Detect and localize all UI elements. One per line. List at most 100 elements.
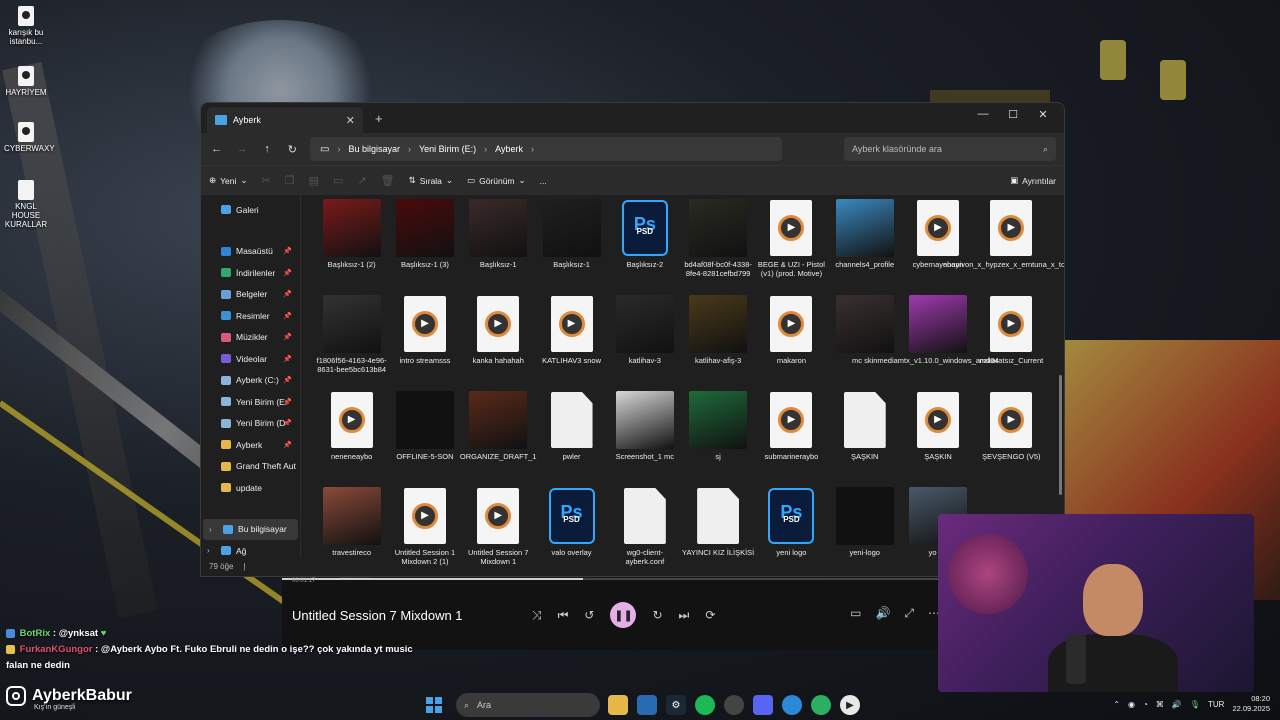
sidebar-item[interactable]: Ayberk (C:) 📌 <box>201 370 300 392</box>
obs-app-icon[interactable] <box>724 695 744 715</box>
volume-tray-icon[interactable]: 🔊 <box>1172 700 1182 709</box>
sidebar-item[interactable]: Belgeler 📌 <box>201 284 300 306</box>
discord-tray-icon[interactable]: ◔ <box>1143 700 1148 709</box>
refresh-button[interactable]: ↻ <box>285 143 300 156</box>
scrollbar[interactable] <box>1059 375 1062 495</box>
next-icon[interactable]: ⏭ <box>679 608 690 623</box>
volume-icon[interactable]: 🔊 <box>875 606 890 621</box>
chevron-right-icon[interactable]: › <box>207 546 210 555</box>
file-item[interactable]: YAYINCI KIZ İLİŞKİSİ <box>681 485 754 576</box>
miniplayer-icon[interactable]: ▭ <box>850 606 861 621</box>
minimize-button[interactable]: — <box>968 103 998 125</box>
repeat-icon[interactable]: ⟳ <box>705 608 715 622</box>
file-item[interactable]: ▶ Untitled Session 7 Mixdown 1 <box>462 485 535 576</box>
discord-app-icon[interactable] <box>753 695 773 715</box>
breadcrumb-ayberk[interactable]: Ayberk <box>495 144 523 154</box>
xbox-app-icon[interactable] <box>811 695 831 715</box>
file-item[interactable]: Ps PSD yeni logo <box>755 485 828 576</box>
photos-app-icon[interactable] <box>637 695 657 715</box>
file-item[interactable]: Screenshot_1 mc <box>608 389 681 485</box>
file-item[interactable]: ▶ kanka hahahah <box>462 293 535 389</box>
spotify-app-icon[interactable] <box>695 695 715 715</box>
file-item[interactable]: ▶ neneneaybo <box>315 389 388 485</box>
new-tab-button[interactable]: + <box>375 111 383 126</box>
file-item[interactable]: mediamtx_v1.10.0_windows_amd64 <box>877 293 999 389</box>
file-item[interactable]: Başlıksız-1 <box>535 197 608 293</box>
file-item[interactable]: ▶ cybernaynnayn <box>901 197 974 293</box>
close-tab-icon[interactable]: ✕ <box>346 114 355 127</box>
file-item[interactable]: ŞAŞKIN <box>828 389 901 485</box>
file-item[interactable]: bd4af08f-bc0f-4338-8fe4-8281cefbd799 <box>681 197 754 293</box>
steam-app-icon[interactable]: ⚙ <box>666 695 686 715</box>
file-item[interactable]: ▶ submarineraybo <box>755 389 828 485</box>
file-explorer-app-icon[interactable] <box>608 695 628 715</box>
file-item[interactable]: sj <box>681 389 754 485</box>
start-button[interactable] <box>426 697 442 713</box>
rename-icon[interactable]: ▭ <box>333 174 343 187</box>
file-item[interactable]: katlihav-3 <box>608 293 681 389</box>
new-button[interactable]: ⊕ Yeni ⌄ <box>209 175 247 186</box>
desktop-icon-hayriyem[interactable]: HAYRİYEM <box>4 66 48 97</box>
seek-bar[interactable] <box>282 578 950 580</box>
sidebar-item[interactable]: Yeni Birim (D 📌 <box>201 413 300 435</box>
file-item[interactable]: f1806f56-4163-4e96-8631-bee5bc613b84 <box>315 293 388 389</box>
file-item[interactable]: Ps PSD valo overlay <box>535 485 608 576</box>
sidebar-item[interactable]: Masaüstü 📌 <box>201 241 300 263</box>
file-item[interactable]: ▶ intro streamsss <box>388 293 461 389</box>
sidebar-item[interactable]: Videolar 📌 <box>201 348 300 370</box>
sidebar-item[interactable]: Ayberk 📌 <box>201 434 300 456</box>
sidebar-item[interactable]: Yeni Birim (E: 📌 <box>201 391 300 413</box>
delete-icon[interactable]: 🗑 <box>381 174 395 187</box>
file-item[interactable]: ▶ ŞEVŞENGO (V5) <box>975 389 1048 485</box>
file-item[interactable]: pwler <box>535 389 608 485</box>
desktop-icon-kngl[interactable]: KNGL HOUSE KURALLAR <box>4 180 48 229</box>
file-item[interactable]: travestireco <box>315 485 388 576</box>
sidebar-item[interactable]: İndirilenler 📌 <box>201 262 300 284</box>
file-item[interactable]: yeni-logo <box>828 485 901 576</box>
file-item[interactable]: wg0-client-ayberk.conf <box>608 485 681 576</box>
up-button[interactable]: ↑ <box>260 143 275 155</box>
share-icon[interactable]: ↗ <box>357 174 366 187</box>
forward-button[interactable]: → <box>234 143 249 155</box>
file-item[interactable]: ORGANIZE_DRAFT_1 <box>460 389 537 485</box>
cut-icon[interactable]: ✂ <box>261 174 270 187</box>
file-item[interactable]: Başlıksız-1 (3) <box>388 197 461 293</box>
shuffle-icon[interactable]: ⤨ <box>532 608 542 623</box>
edge-app-icon[interactable] <box>782 695 802 715</box>
address-bar[interactable]: ▭ › Bu bilgisayar › Yeni Birim (E:) › Ay… <box>310 137 782 161</box>
file-item[interactable]: ▶ Untitled Session 1 Mixdown 2 (1) <box>388 485 461 576</box>
rewind-10-icon[interactable]: ↺ <box>584 608 594 622</box>
chevron-right-icon[interactable]: › <box>209 525 212 534</box>
paste-icon[interactable]: ▤ <box>309 174 319 187</box>
file-item[interactable]: Başlıksız-1 (2) <box>315 197 388 293</box>
breadcrumb-drive-e[interactable]: Yeni Birim (E:) <box>419 144 476 154</box>
copy-icon[interactable]: ❐ <box>285 174 295 187</box>
pause-button[interactable]: ❚❚ <box>610 602 637 628</box>
close-window-button[interactable]: ✕ <box>1028 103 1058 125</box>
file-item[interactable]: mc skin <box>828 293 901 389</box>
steam-tray-icon[interactable]: ◉ <box>1128 700 1135 709</box>
desktop-icon-cyberwaxy[interactable]: CYBERWAXY <box>4 122 55 153</box>
clock[interactable]: 08:20 22.09.2025 <box>1232 694 1270 714</box>
breadcrumb-this-pc[interactable]: Bu bilgisayar <box>348 144 400 154</box>
previous-icon[interactable]: ⏮ <box>558 608 569 623</box>
sort-button[interactable]: ⇅ Sırala ⌄ <box>409 175 453 186</box>
mic-tray-icon[interactable]: 🎙 <box>1190 700 1200 709</box>
back-button[interactable]: ← <box>209 143 224 155</box>
file-item[interactable]: ▶ KATLIHAV3 snow <box>535 293 608 389</box>
sidebar-item[interactable]: update <box>201 477 300 499</box>
sidebar-item[interactable]: Galeri <box>201 199 300 221</box>
maximize-button[interactable]: ☐ <box>998 103 1028 125</box>
file-item[interactable]: ▶ BEGE & UZI - Pistol (v1) (prod. Motive) <box>755 197 828 293</box>
taskbar-search[interactable]: ⌕ Ara <box>456 693 600 717</box>
file-item[interactable]: Başlıksız-1 <box>462 197 535 293</box>
view-button[interactable]: ▭ Görünüm ⌄ <box>467 175 526 186</box>
forward-30-icon[interactable]: ↻ <box>652 608 662 622</box>
sidebar-item[interactable]: › Bu bilgisayar <box>203 518 298 540</box>
sidebar-item[interactable]: Müzikler 📌 <box>201 327 300 349</box>
file-item[interactable]: ▶ ŞAŞKIN <box>901 389 974 485</box>
file-item[interactable]: ▶ makaron <box>755 293 828 389</box>
sidebar-item[interactable]: Grand Theft Aut <box>201 456 300 478</box>
file-item[interactable]: ▶ebonivon_x_hypzex_x_erntuna_x_tonton <box>943 197 1064 293</box>
chevron-up-icon[interactable]: ⌃ <box>1113 700 1120 709</box>
